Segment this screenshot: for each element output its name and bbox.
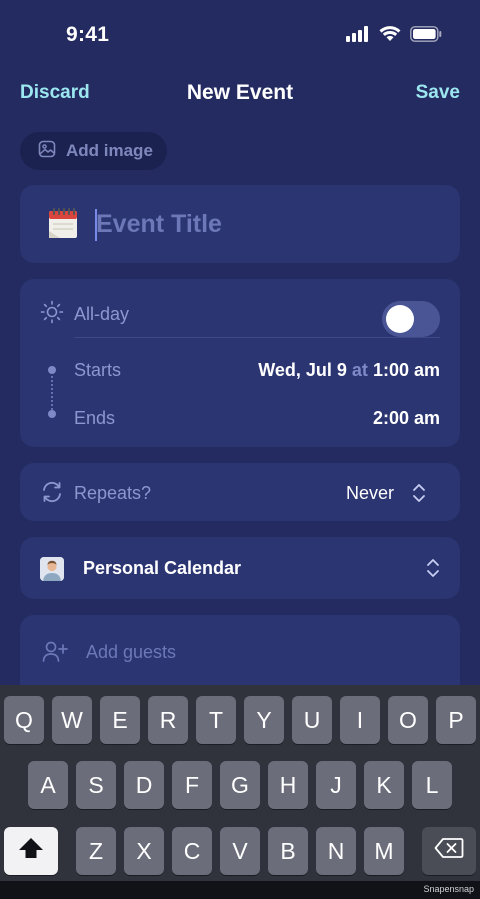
key-r[interactable]: R bbox=[148, 696, 188, 744]
ends-time[interactable]: 2:00 am bbox=[373, 408, 440, 429]
event-title-card bbox=[20, 185, 460, 263]
key-y[interactable]: Y bbox=[244, 696, 284, 744]
all-day-row: All-day bbox=[40, 291, 440, 337]
divider bbox=[74, 337, 440, 338]
repeat-label: Repeats? bbox=[74, 483, 152, 503]
key-z[interactable]: Z bbox=[76, 827, 116, 875]
chevron-up-down-icon bbox=[426, 558, 440, 583]
starts-time: 1:00 am bbox=[372, 360, 440, 380]
shift-key[interactable] bbox=[4, 827, 58, 875]
add-guests-label: Add guests bbox=[86, 642, 177, 662]
delete-key[interactable] bbox=[422, 827, 476, 875]
add-image-button[interactable]: Add image bbox=[20, 132, 167, 170]
key-b[interactable]: B bbox=[268, 827, 308, 875]
starts-at: at bbox=[351, 360, 368, 380]
add-person-icon bbox=[42, 640, 68, 669]
nav-bar: Discard New Event Save bbox=[0, 78, 480, 110]
start-timeline-dot bbox=[48, 366, 56, 374]
key-u[interactable]: U bbox=[292, 696, 332, 744]
sun-icon bbox=[40, 300, 64, 329]
text-cursor bbox=[95, 209, 97, 241]
starts-date: Wed, Jul 9 bbox=[258, 360, 347, 380]
key-a[interactable]: A bbox=[28, 761, 68, 809]
key-n[interactable]: N bbox=[316, 827, 356, 875]
key-h[interactable]: H bbox=[268, 761, 308, 809]
calendar-emoji-icon bbox=[48, 207, 78, 239]
key-c[interactable]: C bbox=[172, 827, 212, 875]
ends-label: Ends bbox=[74, 408, 116, 428]
key-f[interactable]: F bbox=[172, 761, 212, 809]
starts-value[interactable]: Wed, Jul 9 at 1:00 am bbox=[258, 360, 440, 381]
key-o[interactable]: O bbox=[388, 696, 428, 744]
timeline-connector bbox=[51, 376, 53, 410]
key-j[interactable]: J bbox=[316, 761, 356, 809]
key-e[interactable]: E bbox=[100, 696, 140, 744]
wifi-icon bbox=[379, 26, 401, 47]
shift-arrow-icon bbox=[18, 836, 44, 866]
calendar-label: Personal Calendar bbox=[83, 558, 242, 578]
repeat-value: Never bbox=[345, 483, 394, 503]
status-icons bbox=[346, 26, 442, 47]
key-p[interactable]: P bbox=[436, 696, 476, 744]
battery-icon bbox=[410, 26, 442, 47]
key-q[interactable]: Q bbox=[4, 696, 44, 744]
key-m[interactable]: M bbox=[364, 827, 404, 875]
end-timeline-dot bbox=[48, 410, 56, 418]
key-s[interactable]: S bbox=[76, 761, 116, 809]
page-title: New Event bbox=[186, 81, 294, 104]
key-t[interactable]: T bbox=[196, 696, 236, 744]
avatar bbox=[40, 557, 64, 581]
key-g[interactable]: G bbox=[220, 761, 260, 809]
event-time-card: All-day Starts Wed, Jul 9 at 1:00 am End… bbox=[20, 279, 460, 447]
status-bar: 9:41 bbox=[0, 0, 480, 70]
repeat-icon bbox=[40, 481, 64, 508]
key-x[interactable]: X bbox=[124, 827, 164, 875]
toggle-knob bbox=[386, 305, 414, 333]
key-i[interactable]: I bbox=[340, 696, 380, 744]
all-day-toggle[interactable] bbox=[382, 301, 440, 337]
calendar-select[interactable]: Personal Calendar bbox=[20, 537, 460, 599]
starts-label: Starts bbox=[74, 360, 122, 380]
image-icon bbox=[38, 140, 56, 163]
event-title-input[interactable] bbox=[96, 207, 436, 241]
cellular-signal-icon bbox=[346, 26, 370, 47]
add-image-label: Add image bbox=[66, 141, 153, 160]
backspace-icon bbox=[434, 837, 464, 865]
keyboard: Q W E R T Y U I O P A S D F G H J K L Z … bbox=[0, 685, 480, 899]
bottom-strip bbox=[0, 881, 480, 899]
repeat-card[interactable]: Repeats? Never bbox=[20, 463, 460, 521]
key-v[interactable]: V bbox=[220, 827, 260, 875]
key-l[interactable]: L bbox=[412, 761, 452, 809]
save-button[interactable]: Save bbox=[416, 82, 460, 104]
key-d[interactable]: D bbox=[124, 761, 164, 809]
all-day-label: All-day bbox=[74, 303, 130, 324]
status-time: 9:41 bbox=[66, 23, 110, 46]
chevron-up-down-icon bbox=[412, 483, 426, 508]
key-k[interactable]: K bbox=[364, 761, 404, 809]
watermark: Snapensnap bbox=[423, 884, 474, 894]
key-w[interactable]: W bbox=[52, 696, 92, 744]
